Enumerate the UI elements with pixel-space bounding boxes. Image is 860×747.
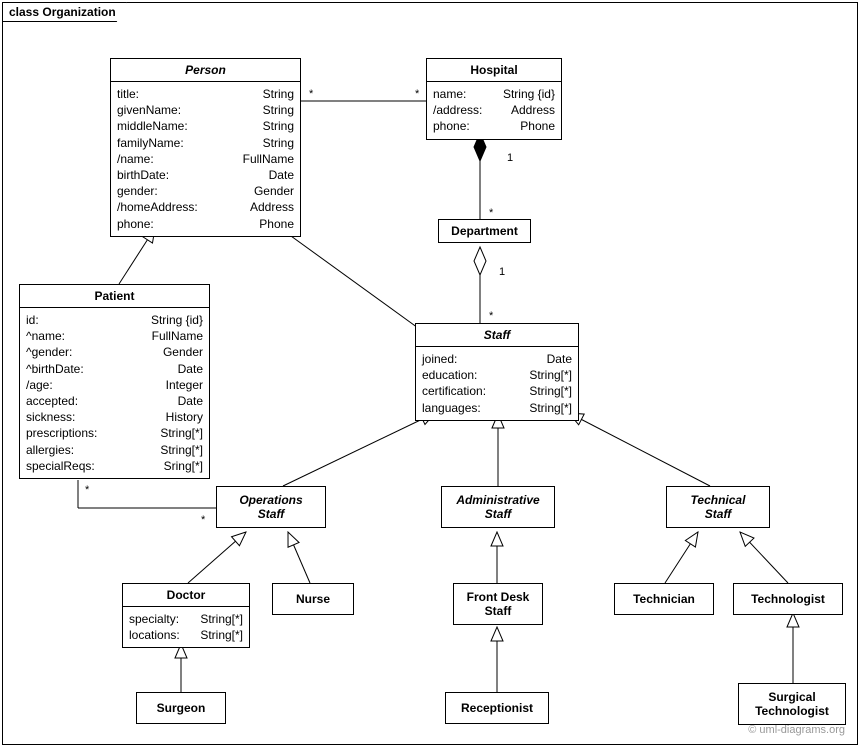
class-nurse: Nurse bbox=[272, 583, 354, 615]
mult-hospital-side: * bbox=[415, 88, 420, 100]
class-surgical-technologist: Surgical Technologist bbox=[738, 683, 846, 725]
class-administrative-staff: Administrative Staff bbox=[441, 486, 555, 528]
class-receptionist: Receptionist bbox=[445, 692, 549, 724]
class-technologist: Technologist bbox=[733, 583, 843, 615]
watermark: © uml-diagrams.org bbox=[748, 724, 845, 736]
mult-patient-ops-r: * bbox=[201, 514, 206, 526]
class-department-title: Department bbox=[439, 220, 530, 242]
class-technician: Technician bbox=[614, 583, 714, 615]
class-technical-staff: Technical Staff bbox=[666, 486, 770, 528]
class-doctor-title: Doctor bbox=[123, 584, 249, 606]
class-person-attrs: title:String givenName:String middleName… bbox=[111, 81, 300, 236]
class-front-desk-staff: Front Desk Staff bbox=[453, 583, 543, 625]
class-hospital-title: Hospital bbox=[427, 59, 561, 81]
diagram-frame: class Organization * * 1 * 1 * * * bbox=[2, 2, 858, 745]
mult-hosp-dept-star: * bbox=[489, 207, 494, 219]
class-person: Person title:String givenName:String mid… bbox=[110, 58, 301, 237]
class-patient-attrs: id:String {id} ^name:FullName ^gender:Ge… bbox=[20, 307, 209, 478]
class-operations-staff: Operations Staff bbox=[216, 486, 326, 528]
class-department: Department bbox=[438, 219, 531, 243]
class-doctor: Doctor specialty:String[*] locations:Str… bbox=[122, 583, 250, 648]
frame-title-tab: class Organization bbox=[2, 2, 127, 22]
frame-title: class Organization bbox=[9, 5, 116, 19]
class-surgeon: Surgeon bbox=[136, 692, 226, 724]
mult-dept-staff-star: * bbox=[489, 310, 494, 322]
class-hospital-attrs: name:String {id} /address:Address phone:… bbox=[427, 81, 561, 139]
class-patient-title: Patient bbox=[20, 285, 209, 307]
mult-hosp-dept-1: 1 bbox=[507, 152, 513, 164]
mult-patient-ops-l: * bbox=[85, 484, 90, 496]
class-staff-attrs: joined:Date education:String[*] certific… bbox=[416, 346, 578, 420]
class-person-title: Person bbox=[111, 59, 300, 81]
class-hospital: Hospital name:String {id} /address:Addre… bbox=[426, 58, 562, 140]
mult-person-side: * bbox=[309, 88, 314, 100]
class-patient: Patient id:String {id} ^name:FullName ^g… bbox=[19, 284, 210, 479]
class-staff: Staff joined:Date education:String[*] ce… bbox=[415, 323, 579, 421]
mult-dept-staff-1: 1 bbox=[499, 266, 505, 278]
class-staff-title: Staff bbox=[416, 324, 578, 346]
